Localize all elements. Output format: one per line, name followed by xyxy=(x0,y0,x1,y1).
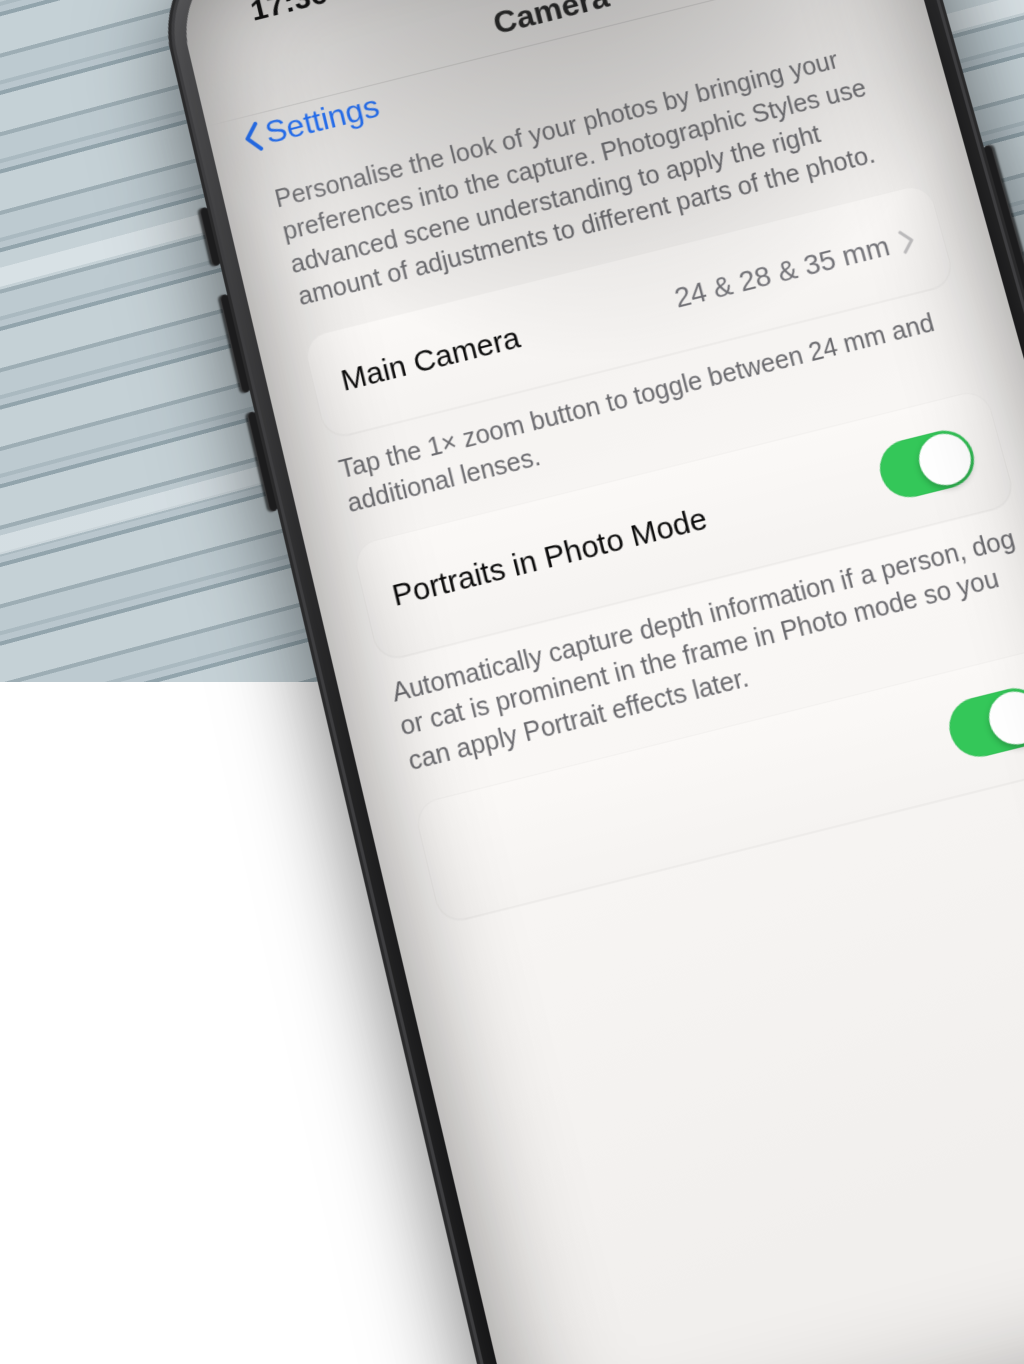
chevron-left-icon xyxy=(241,120,265,153)
status-time: 17:36 xyxy=(248,0,331,28)
main-camera-value: 24 & 28 & 35 mm xyxy=(671,230,893,315)
do-not-disturb-icon xyxy=(334,0,360,1)
portraits-toggle[interactable] xyxy=(873,424,980,503)
main-camera-label: Main Camera xyxy=(338,321,524,399)
chevron-right-icon xyxy=(898,228,918,255)
next-toggle[interactable] xyxy=(943,682,1024,763)
iphone-device: 17:36 Camera xyxy=(147,0,1024,1364)
screen: 17:36 Camera xyxy=(168,0,1024,1364)
portraits-label: Portraits in Photo Mode xyxy=(389,501,711,613)
